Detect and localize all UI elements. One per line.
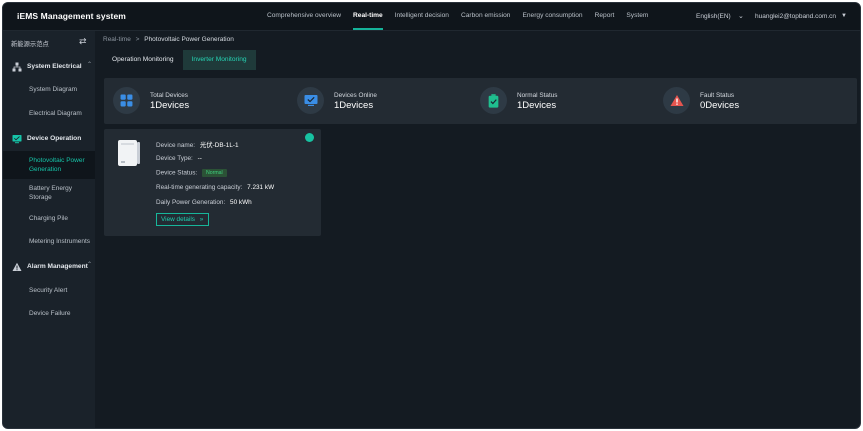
inverter-device-image: [118, 140, 140, 166]
double-chevron-right-icon: »: [199, 216, 204, 223]
sidebar-item-battery-energy-storage[interactable]: Battery Energy Storage: [3, 184, 95, 202]
nav-system[interactable]: System: [620, 3, 654, 31]
capacity-label: Real-time generating capacity:: [156, 184, 243, 191]
chevron-up-icon: ⌃: [87, 262, 93, 268]
main-nav: Comprehensive overview Real-time Intelli…: [261, 3, 654, 31]
device-name-row: Device name: 光伏-DB-1L-1: [156, 140, 239, 149]
stats-bar: Total Devices 1Devices Devices Online 1D…: [104, 78, 857, 124]
device-daily-row: Daily Power Generation: 50 kWh: [156, 199, 252, 206]
stat-value: 1Devices: [150, 100, 190, 111]
battery-check-icon: [480, 87, 507, 114]
language-selector[interactable]: English(EN): [696, 13, 731, 20]
caret-down-icon[interactable]: ▼: [841, 13, 847, 19]
user-menu[interactable]: huanglei2@topband.com.cn: [755, 13, 836, 20]
chevron-up-icon: ⌃: [87, 62, 93, 68]
network-icon: [12, 62, 22, 72]
grid-icon: [113, 87, 140, 114]
sidebar-item-metering-instruments[interactable]: Metering Instruments: [3, 238, 95, 245]
device-status-label: Device Status:: [156, 169, 198, 177]
breadcrumb: Real-time > Photovoltaic Power Generatio…: [103, 36, 234, 43]
site-name: 新能源示范点: [11, 41, 49, 48]
sidebar-group-system-electrical[interactable]: System Electrical ⌃: [3, 58, 95, 76]
device-type-label: Device Type:: [156, 155, 193, 162]
sidebar-group-label: System Electrical: [27, 63, 82, 70]
stat-label: Devices Online: [334, 92, 377, 99]
sidebar-group-alarm-management[interactable]: Alarm Management ⌃: [3, 258, 95, 276]
device-name-label: Device name:: [156, 142, 196, 149]
sidebar: 新能源示范点 ⇄ System Electrical ⌃ System Diag…: [3, 31, 95, 428]
view-tabs: Operation Monitoring Inverter Monitoring: [103, 50, 256, 70]
sidebar-item-charging-pile[interactable]: Charging Pile: [3, 215, 95, 222]
stat-label: Normal Status: [517, 92, 558, 99]
tab-operation-monitoring[interactable]: Operation Monitoring: [103, 50, 183, 70]
nav-comprehensive-overview[interactable]: Comprehensive overview: [261, 3, 347, 31]
device-status-row: Device Status: Normal: [156, 169, 227, 177]
sidebar-item-system-diagram[interactable]: System Diagram: [3, 86, 95, 93]
tab-inverter-monitoring[interactable]: Inverter Monitoring: [182, 50, 256, 70]
device-capacity-row: Real-time generating capacity: 7.231 kW: [156, 184, 274, 191]
device-type-value: --: [197, 155, 202, 162]
sidebar-group-label: Alarm Management: [27, 263, 88, 270]
device-name-value: 光伏-DB-1L-1: [199, 142, 239, 149]
breadcrumb-current: Photovoltaic Power Generation: [144, 36, 234, 43]
stat-value: 1Devices: [334, 100, 374, 111]
breadcrumb-root[interactable]: Real-time: [103, 36, 131, 43]
sidebar-item-electrical-diagram[interactable]: Electrical Diagram: [3, 110, 95, 117]
alert-triangle-icon: [663, 87, 690, 114]
breadcrumb-separator: >: [135, 36, 140, 43]
daily-generation-value: 50 kWh: [230, 199, 252, 206]
device-card: Device name: 光伏-DB-1L-1 Device Type: -- …: [104, 129, 321, 236]
monitor-icon: [12, 135, 22, 144]
stat-label: Total Devices: [150, 92, 189, 99]
app-title: iEMS Management system: [17, 11, 126, 21]
sidebar-group-device-operation[interactable]: Device Operation: [3, 130, 95, 148]
daily-generation-label: Daily Power Generation:: [156, 199, 226, 206]
sidebar-item-photovoltaic-power-generation[interactable]: Photovoltaic Power Generation: [3, 151, 95, 179]
device-type-row: Device Type: --: [156, 155, 202, 162]
view-details-button[interactable]: View details »: [156, 213, 209, 226]
warning-icon: [12, 262, 22, 271]
top-bar: iEMS Management system Comprehensive ove…: [3, 3, 860, 31]
app-window: iEMS Management system Comprehensive ove…: [2, 2, 861, 429]
sidebar-item-security-alert[interactable]: Security Alert: [3, 287, 95, 294]
view-details-label: View details: [161, 216, 195, 223]
nav-energy-consumption[interactable]: Energy consumption: [516, 3, 588, 31]
stat-value: 0Devices: [700, 100, 740, 111]
status-badge: Normal: [201, 169, 227, 177]
stat-label: Fault Status: [700, 92, 735, 99]
switch-icon[interactable]: ⇄: [79, 36, 87, 47]
screen-check-icon: [297, 87, 324, 114]
nav-intelligent-decision[interactable]: Intelligent decision: [389, 3, 455, 31]
stat-value: 1Devices: [517, 100, 557, 111]
capacity-value: 7.231 kW: [247, 184, 275, 191]
nav-report[interactable]: Report: [589, 3, 621, 31]
sidebar-group-label: Device Operation: [27, 135, 82, 142]
chevron-down-icon[interactable]: ⌄: [738, 12, 744, 20]
sidebar-item-device-failure[interactable]: Device Failure: [3, 310, 95, 317]
online-status-dot: [305, 133, 314, 142]
nav-carbon-emission[interactable]: Carbon emission: [455, 3, 516, 31]
nav-real-time[interactable]: Real-time: [347, 3, 389, 31]
